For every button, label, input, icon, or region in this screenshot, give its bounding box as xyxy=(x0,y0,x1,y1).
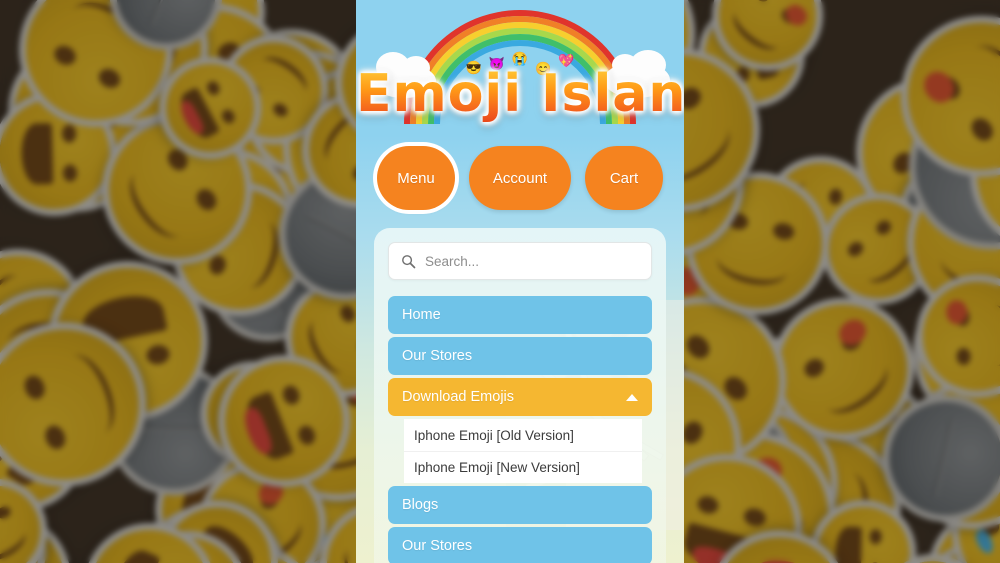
logo-wordmark: Emoji Island xyxy=(356,64,684,124)
sidebar-item-blogs[interactable]: Blogs xyxy=(388,486,652,524)
sidebar-item-label: Blogs xyxy=(402,496,439,513)
sidebar-item-our-stores-2[interactable]: Our Stores xyxy=(388,527,652,563)
search-input[interactable] xyxy=(425,243,639,279)
chevron-up-icon[interactable] xyxy=(626,393,638,401)
top-button-bar: Menu Account Cart xyxy=(356,146,684,210)
account-button[interactable]: Account xyxy=(469,146,571,210)
site-logo[interactable]: 😎 😈 😭 😊 💖 Emoji Island xyxy=(356,2,684,137)
sidebar-item-label: Download Emojis xyxy=(402,388,515,405)
sidebar-item-home[interactable]: Home xyxy=(388,296,652,334)
sidebar-item-label: Home xyxy=(402,306,441,323)
cart-button[interactable]: Cart xyxy=(585,146,663,210)
search-box[interactable] xyxy=(388,242,652,280)
sidebar-item-download-emojis[interactable]: Download Emojis xyxy=(388,378,652,416)
sidebar-item-label: Our Stores xyxy=(402,347,473,364)
submenu-item-iphone-emoji-old[interactable]: Iphone Emoji [Old Version] xyxy=(404,419,642,451)
submenu-item-label: Iphone Emoji [Old Version] xyxy=(414,427,574,443)
mobile-viewport: 😎 😈 😭 😊 💖 Emoji Island Menu Account Cart… xyxy=(356,0,684,563)
submenu-item-label: Iphone Emoji [New Version] xyxy=(414,460,580,475)
menu-panel: Home Our Stores Download Emojis Iphone E… xyxy=(374,228,666,563)
menu-button[interactable]: Menu xyxy=(377,146,455,210)
submenu-item-iphone-emoji-new[interactable]: Iphone Emoji [New Version] xyxy=(404,451,642,483)
search-icon xyxy=(402,254,416,268)
sidebar-item-label: Our Stores xyxy=(402,537,473,554)
sidebar-item-our-stores[interactable]: Our Stores xyxy=(388,337,652,375)
download-emojis-submenu: Iphone Emoji [Old Version] Iphone Emoji … xyxy=(404,419,642,483)
